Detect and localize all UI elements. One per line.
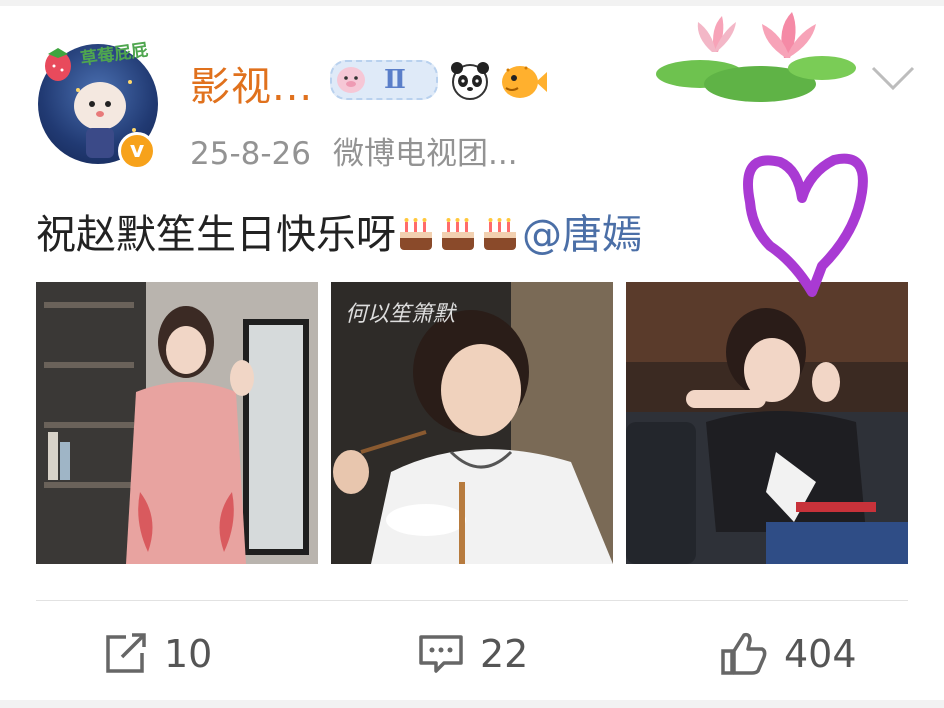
like-icon [721,632,767,675]
comment-icon [419,635,463,673]
action-divider [36,600,908,601]
photo-eating[interactable]: 何以笙箫默 [331,282,613,564]
cake-icon [480,214,520,264]
post-timestamp: 25-8-26 [190,136,311,172]
cake-icon [396,214,436,264]
verified-v-icon: v [118,132,156,170]
photo-caption: 何以笙箫默 [345,302,456,327]
lotus-decoration [656,12,856,102]
comment-button[interactable]: 22 [418,632,528,676]
repost-icon [106,633,146,673]
post-content: 祝赵默笙生日快乐呀 @唐嫣 [36,202,642,264]
chevron-down-icon[interactable] [870,64,916,92]
username[interactable]: 影视... [190,54,313,112]
repost-count: 10 [164,632,213,676]
panda-icon[interactable] [448,58,492,102]
pufferfish-icon[interactable] [500,60,548,102]
mention-link[interactable]: @唐嫣 [522,212,642,258]
post-source[interactable]: 微博电视团... [333,136,518,172]
level-badge-label: Ⅱ [384,65,406,95]
like-count: 404 [784,632,857,676]
photo-pink-dress[interactable] [36,282,318,564]
heart-doodle [743,153,868,297]
post-meta: 25-8-26 微博电视团... [190,128,518,173]
like-button[interactable]: 404 [720,632,857,676]
post-text: 祝赵默笙生日快乐呀 [36,212,396,258]
member-level-badge[interactable]: Ⅱ [330,60,438,100]
comment-count: 22 [480,632,529,676]
weibo-post-card: 草莓屁屁 v 影视... Ⅱ 25-8-26 微博电视团... 祝赵默笙生日快乐… [0,6,944,700]
cake-icon [438,214,478,264]
pig-mascot-icon [337,67,365,93]
photo-sofa-wave[interactable] [626,282,908,564]
repost-button[interactable]: 10 [104,632,212,676]
